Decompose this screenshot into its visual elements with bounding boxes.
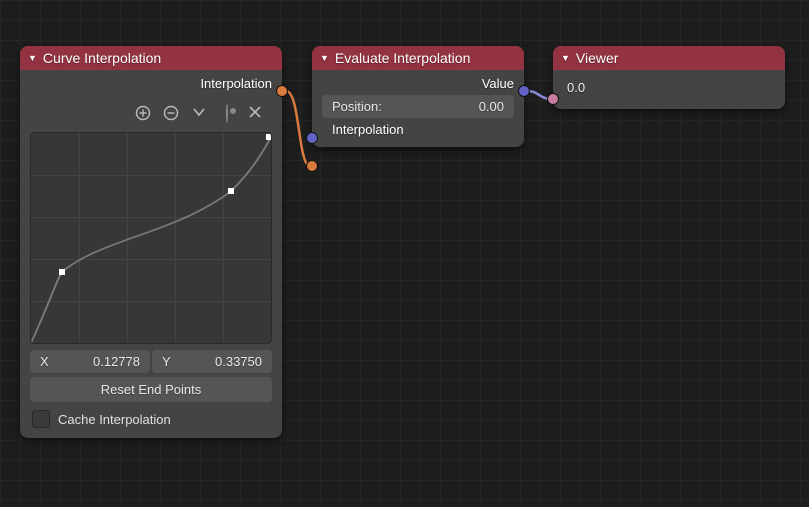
node-title: Viewer bbox=[576, 50, 619, 66]
node-evaluate-interpolation[interactable]: ▼ Evaluate Interpolation Value Position:… bbox=[312, 46, 524, 147]
node-header-curve[interactable]: ▼ Curve Interpolation bbox=[20, 46, 282, 70]
plus-icon[interactable] bbox=[134, 105, 152, 126]
position-label: Position: bbox=[332, 99, 382, 114]
output-socket-value[interactable] bbox=[518, 85, 530, 97]
node-curve-interpolation[interactable]: ▼ Curve Interpolation Interpolation bbox=[20, 46, 282, 438]
viewer-value: 0.0 bbox=[567, 80, 585, 95]
cache-label: Cache Interpolation bbox=[58, 412, 171, 427]
cache-interpolation-checkbox[interactable] bbox=[32, 410, 50, 428]
curve-editor[interactable] bbox=[30, 132, 272, 344]
curve-handle[interactable] bbox=[266, 134, 272, 140]
x-field[interactable]: X 0.12778 bbox=[30, 350, 150, 373]
input-socket-position[interactable] bbox=[306, 132, 318, 144]
input-socket-viewer[interactable] bbox=[547, 93, 559, 105]
output-label-interpolation: Interpolation bbox=[200, 76, 272, 91]
position-value: 0.00 bbox=[479, 99, 504, 114]
y-field[interactable]: Y 0.33750 bbox=[152, 350, 272, 373]
output-socket-interpolation[interactable] bbox=[276, 85, 288, 97]
curve-handle[interactable] bbox=[228, 188, 234, 194]
output-label-value: Value bbox=[482, 76, 514, 91]
collapse-icon[interactable]: ▼ bbox=[320, 53, 329, 63]
input-label-interpolation: Interpolation bbox=[332, 122, 404, 137]
y-label: Y bbox=[162, 354, 171, 369]
x-label: X bbox=[40, 354, 49, 369]
reset-end-points-button[interactable]: Reset End Points bbox=[30, 377, 272, 402]
node-title: Evaluate Interpolation bbox=[335, 50, 470, 66]
node-title: Curve Interpolation bbox=[43, 50, 161, 66]
node-header-evaluate[interactable]: ▼ Evaluate Interpolation bbox=[312, 46, 524, 70]
minus-icon[interactable] bbox=[162, 105, 180, 126]
node-viewer[interactable]: ▼ Viewer 0.0 bbox=[553, 46, 785, 109]
curve-toolbar bbox=[30, 101, 272, 132]
curve-handle[interactable] bbox=[59, 269, 65, 275]
input-socket-interpolation[interactable] bbox=[306, 160, 318, 172]
chevron-down-icon[interactable] bbox=[190, 105, 208, 126]
reset-button-label: Reset End Points bbox=[101, 382, 201, 397]
x-value: 0.12778 bbox=[93, 354, 140, 369]
close-icon[interactable] bbox=[246, 105, 264, 126]
slot-icon[interactable] bbox=[218, 105, 236, 126]
node-header-viewer[interactable]: ▼ Viewer bbox=[553, 46, 785, 70]
collapse-icon[interactable]: ▼ bbox=[561, 53, 570, 63]
collapse-icon[interactable]: ▼ bbox=[28, 53, 37, 63]
y-value: 0.33750 bbox=[215, 354, 262, 369]
position-field[interactable]: Position: 0.00 bbox=[322, 95, 514, 118]
